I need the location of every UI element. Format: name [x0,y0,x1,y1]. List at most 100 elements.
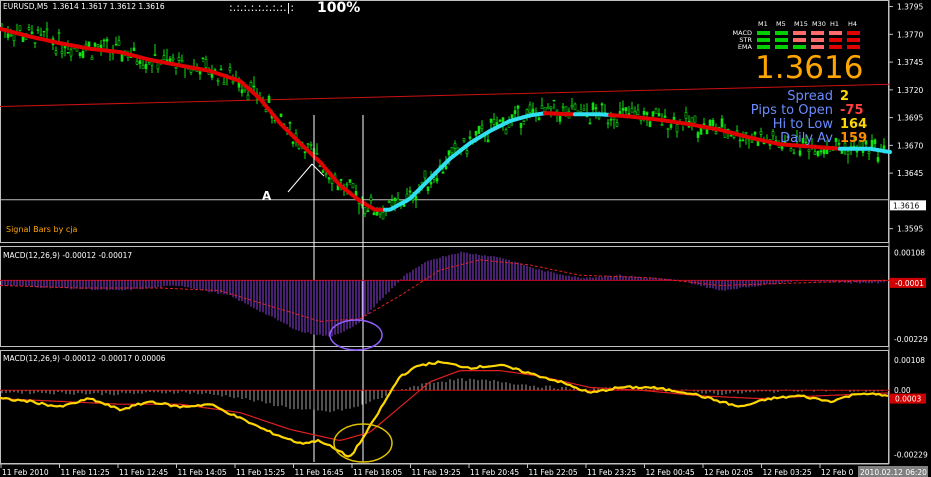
price-layer [0,21,892,462]
candle-body [492,119,496,125]
dashboard-signal-cell [829,38,842,42]
zoom-percent: 100% [317,0,361,16]
candle-body [414,195,418,201]
dashboard-signal-cell [811,38,824,42]
dashboard-signal-cell [829,31,842,35]
candle-body [642,111,646,115]
candle-body [96,44,100,48]
candle-body [870,140,874,148]
dashboard-signal-cell [793,45,806,49]
timeframe-label: M1 [758,20,768,28]
macd2-main-line [0,360,889,458]
candle-body [657,113,661,117]
price-tick-label: 1.3795 [897,3,923,12]
ema-line-segment [573,112,611,117]
dashboard-signal-cell [811,31,824,35]
candle-body [165,59,169,62]
timeframe-label: M5 [776,20,786,28]
x-tick-label: 12 Feb 02:05 [704,468,753,477]
candle-body [474,130,478,136]
candle-body [303,151,307,154]
candle-body [231,80,235,84]
candle-body [462,137,466,142]
candle-body [219,68,223,71]
candle-body [135,61,139,65]
candle-body [549,106,553,110]
timeframe-label: M30 [812,20,826,28]
candle-body [18,25,22,31]
candle-body [93,42,97,47]
info-value: -75 [840,103,864,118]
candle-body [606,122,610,125]
x-tick-label: 12 Feb 00:45 [646,468,695,477]
candle-body [669,124,673,128]
candle-body [153,54,157,56]
candle-body [465,150,469,154]
candle-body [453,143,457,149]
candle-body [27,27,31,30]
candle-body [279,113,283,118]
x-tick-label: 11 Feb 15:25 [236,468,285,477]
candle-body [714,131,718,135]
candle-body [699,127,703,135]
candle-body [570,105,574,108]
ema-line-segment [0,26,386,212]
candle-body [441,171,445,174]
candle-body [822,148,826,155]
candle-body [171,57,175,61]
dashboard-signal-cell [847,45,860,49]
candle-body [873,139,877,145]
candle-body [174,67,178,70]
candle-body [156,62,160,70]
x-tick-label: 12 Feb 0 [821,468,854,477]
candle-body [684,112,688,119]
x-tick-label: 11 Feb 12:45 [119,468,168,477]
candle-body [57,32,61,34]
candle-body [624,107,628,112]
candle-body [711,119,715,126]
candle-body [573,103,577,111]
candle-body [63,45,67,49]
candle-body [30,31,34,35]
candle-body [513,110,517,114]
candle-body [222,82,226,85]
candle-body [528,104,532,113]
candle-body [855,150,859,153]
info-value: 164 [840,117,868,132]
candle-body [39,33,43,36]
candle-body [882,145,886,149]
candle-body [9,34,13,37]
candle-body [138,60,142,65]
candle-body [288,122,292,124]
macd2-tick-label: 0.00108 [894,356,925,365]
candle-body [867,151,871,154]
candle-body [348,179,352,183]
candle-body [69,49,73,57]
candle-body [621,107,625,111]
candle-body [309,144,313,146]
x-tick-label: 11 Feb 22:05 [529,468,578,477]
candle-body [387,201,391,203]
candle-body [180,59,184,63]
candle-body [327,177,331,180]
candle-body [519,122,523,128]
macd2-tick-label: -0.00229 [894,450,928,459]
candle-body [201,57,205,60]
candle-body [189,69,193,73]
x-tick-label: 11 Feb 14:05 [178,468,227,477]
candle-body [177,57,181,61]
candle-body [369,196,373,202]
candle-body [594,107,598,110]
candle-body [504,129,508,135]
info-label: Daily Av [780,131,833,146]
candle-body [324,173,328,176]
dashboard-signal-cell [847,31,860,35]
candle-body [480,125,484,129]
candle-body [372,212,376,216]
candle-body [198,71,202,75]
annotation-a: A [262,189,272,203]
candle-body [612,116,616,120]
candle-body [252,85,256,88]
candle-body [429,181,433,185]
candle-body [558,115,562,122]
